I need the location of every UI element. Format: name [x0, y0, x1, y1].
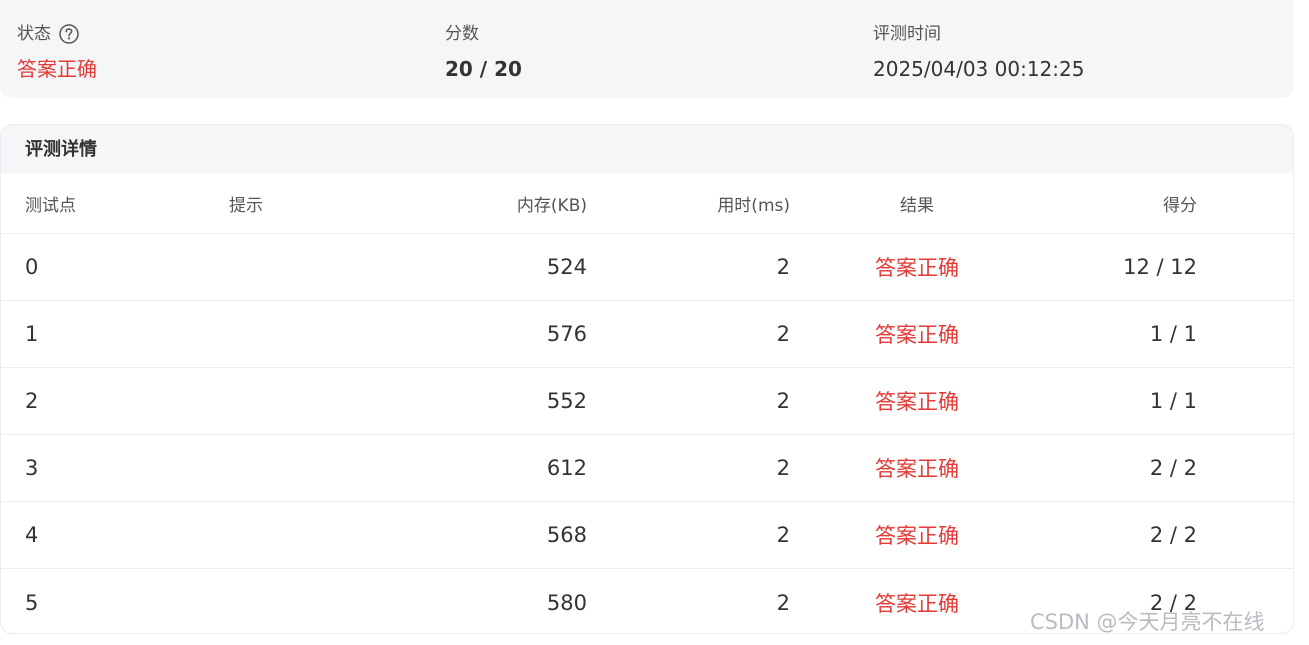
judge-time-value: 2025/04/03 00:12:25 [873, 57, 1085, 81]
status-value: 答案正确 [17, 57, 97, 81]
score-value: 20 / 20 [445, 57, 522, 81]
row-time: 2 [776, 389, 790, 413]
status-label: 状态 [17, 24, 51, 44]
row-result: 答案正确 [875, 591, 959, 616]
row-id: 1 [25, 322, 39, 346]
table-row: 2 552 2 答案正确 1 / 1 [1, 368, 1293, 435]
col-header-time: 用时(ms) [717, 195, 790, 216]
row-id: 4 [25, 523, 39, 547]
row-result: 答案正确 [875, 323, 959, 347]
status-block: 状态 答案正确 [17, 22, 97, 82]
row-memory: 612 [546, 456, 587, 480]
table-row: 3 612 2 答案正确 2 / 2 [1, 435, 1293, 502]
row-time: 2 [776, 322, 790, 346]
row-result: 答案正确 [875, 256, 959, 280]
row-time: 2 [776, 523, 790, 547]
row-time: 2 [776, 590, 790, 615]
table-row: 1 576 2 答案正确 1 / 1 [1, 301, 1293, 368]
row-time: 2 [776, 456, 790, 480]
table-header: 测试点 提示 内存(KB) 用时(ms) 结果 得分 [1, 173, 1293, 234]
question-circle-icon[interactable] [59, 24, 79, 44]
row-result: 答案正确 [875, 524, 959, 548]
row-score: 2 / 2 [1149, 456, 1197, 480]
submission-summary: 状态 答案正确 分数 20 / 20 评测时间 2025/04/03 00:12… [0, 0, 1294, 98]
col-header-hint: 提示 [229, 195, 263, 216]
row-id: 5 [25, 590, 39, 615]
row-score: 1 / 1 [1149, 322, 1197, 346]
row-memory: 552 [546, 389, 587, 413]
table-body: 0 524 2 答案正确 12 / 12 1 576 2 答案正确 1 / 1 … [1, 234, 1293, 633]
col-header-result: 结果 [900, 195, 934, 216]
row-id: 2 [25, 389, 39, 413]
row-score: 1 / 1 [1149, 389, 1197, 413]
row-result: 答案正确 [875, 390, 959, 414]
row-time: 2 [776, 255, 790, 279]
score-block: 分数 20 / 20 [445, 22, 522, 82]
row-score: 12 / 12 [1123, 255, 1197, 279]
row-memory: 524 [546, 255, 587, 279]
judge-detail-card: 评测详情 测试点 提示 内存(KB) 用时(ms) 结果 得分 0 524 2 … [0, 124, 1294, 634]
csdn-watermark: CSDN @今天月亮不在线 [1030, 610, 1265, 634]
score-label: 分数 [445, 24, 479, 44]
row-memory: 568 [546, 523, 587, 547]
col-header-memory: 内存(KB) [516, 195, 587, 216]
row-result: 答案正确 [875, 457, 959, 481]
detail-title: 评测详情 [1, 125, 1293, 173]
judge-time-label: 评测时间 [873, 24, 941, 44]
row-id: 3 [25, 456, 39, 480]
row-score: 2 / 2 [1149, 523, 1197, 547]
row-memory: 580 [546, 590, 587, 615]
row-id: 0 [25, 255, 39, 279]
judge-time-block: 评测时间 2025/04/03 00:12:25 [873, 22, 1084, 82]
table-row: 4 568 2 答案正确 2 / 2 [1, 502, 1293, 569]
table-row: 0 524 2 答案正确 12 / 12 [1, 234, 1293, 301]
row-memory: 576 [546, 322, 587, 346]
col-header-id: 测试点 [25, 195, 76, 216]
col-header-score: 得分 [1163, 195, 1197, 216]
